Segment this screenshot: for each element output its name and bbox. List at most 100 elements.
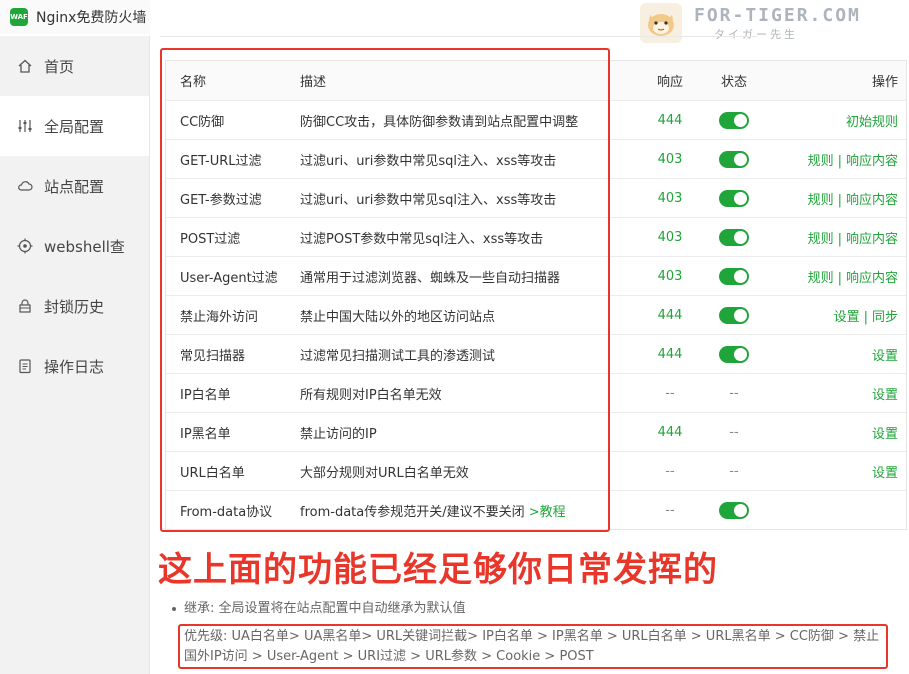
rule-desc: 过滤常见扫描测试工具的渗透测试 [286, 334, 634, 374]
app-title: Nginx免费防火墙 [36, 10, 147, 26]
rule-desc-text: 过滤常见扫描测试工具的渗透测试 [300, 348, 496, 364]
rule-response-cell: 444 [634, 100, 706, 140]
sidebar-item-operation-log[interactable]: 操作日志 [0, 336, 149, 396]
rule-status-cell [706, 178, 762, 218]
table-row: IP黑名单 禁止访问的IP 444 -- 设置 [166, 412, 906, 452]
tutorial-link[interactable]: >教程 [529, 505, 566, 520]
rule-name: CC防御 [166, 100, 286, 140]
header-name: 名称 [166, 61, 286, 101]
rule-status-cell: -- [706, 412, 762, 452]
rule-desc: 过滤uri、uri参数中常见sql注入、xss等攻击 [286, 139, 634, 179]
rule-ops: 规则 | 响应内容 [762, 139, 906, 179]
header-ops: 操作 [762, 61, 906, 101]
sidebar-item-global-config[interactable]: 全局配置 [0, 96, 149, 156]
rule-ops: 设置 [762, 412, 906, 452]
rule-response-cell: -- [634, 451, 706, 491]
rule-desc: 大部分规则对URL白名单无效 [286, 451, 634, 491]
header-desc: 描述 [286, 61, 634, 101]
rule-desc-text: 通常用于过滤浏览器、蜘蛛及一些自动扫描器 [300, 270, 561, 286]
status-toggle[interactable] [719, 111, 749, 129]
notes-list: 继承: 全局设置将在站点配置中自动继承为默认值 [152, 598, 909, 619]
rule-desc: 通常用于过滤浏览器、蜘蛛及一些自动扫描器 [286, 256, 634, 296]
rule-response: 403 [657, 229, 683, 245]
rule-desc-text: 过滤uri、uri参数中常见sql注入、xss等攻击 [300, 192, 557, 208]
rule-desc-text: 过滤POST参数中常见sql注入、xss等攻击 [300, 231, 544, 247]
rule-response: 444 [657, 307, 683, 323]
sidebar-item-label: webshell查 [44, 237, 125, 256]
app-title-bar: WAF Nginx免费防火墙 [0, 0, 150, 34]
rule-response: 444 [657, 424, 683, 440]
sidebar-item-site-config[interactable]: 站点配置 [0, 156, 149, 216]
rule-desc: 所有规则对IP白名单无效 [286, 373, 634, 413]
rule-status: -- [729, 385, 739, 401]
rule-ops: 设置 [762, 373, 906, 413]
rule-status-cell [706, 334, 762, 374]
sidebar-item-webshell[interactable]: webshell查 [0, 216, 149, 276]
rule-status-cell: -- [706, 451, 762, 491]
rule-status-cell [706, 139, 762, 179]
rule-response-cell: 444 [634, 295, 706, 335]
rule-name: 禁止海外访问 [166, 295, 286, 335]
rule-desc-text: 禁止中国大陆以外的地区访问站点 [300, 309, 496, 325]
status-toggle[interactable] [719, 228, 749, 246]
sidebar-item-label: 封锁历史 [44, 297, 105, 316]
rule-name: 常见扫描器 [166, 334, 286, 374]
rule-desc: 过滤POST参数中常见sql注入、xss等攻击 [286, 217, 634, 257]
sidebar-item-home[interactable]: 首页 [0, 36, 149, 96]
note-inherit: 继承: 全局设置将在站点配置中自动继承为默认值 [152, 598, 909, 619]
op-link[interactable]: 规则 [808, 271, 834, 286]
rule-response-cell: 403 [634, 178, 706, 218]
table-row: 常见扫描器 过滤常见扫描测试工具的渗透测试 444 设置 [166, 334, 906, 374]
rule-desc-text: from-data传参规范开关/建议不要关闭 [300, 504, 529, 520]
op-link[interactable]: 规则 [808, 193, 834, 208]
waf-logo-icon: WAF [10, 8, 28, 26]
rule-desc: 过滤uri、uri参数中常见sql注入、xss等攻击 [286, 178, 634, 218]
note-priority: 优先级: UA白名单> UA黑名单> URL关键词拦截> IP白名单 > IP黑… [178, 624, 888, 669]
op-link[interactable]: 规则 [808, 232, 834, 247]
rule-response: 403 [657, 151, 683, 167]
rule-ops: 设置 | 同步 [762, 295, 906, 335]
rule-status-cell [706, 295, 762, 335]
op-link[interactable]: 响应内容 [846, 154, 898, 169]
op-link[interactable]: 响应内容 [846, 271, 898, 286]
op-link[interactable]: 初始规则 [846, 115, 898, 130]
rule-response-cell: 403 [634, 256, 706, 296]
annotation-banner: 这上面的功能已经足够你日常发挥的 [158, 550, 718, 590]
op-link[interactable]: 设置 [834, 310, 860, 325]
status-toggle[interactable] [719, 189, 749, 207]
header-resp: 响应 [634, 61, 706, 101]
log-icon [16, 357, 34, 375]
status-toggle[interactable] [719, 345, 749, 363]
sidebar-item-block-history[interactable]: 封锁历史 [0, 276, 149, 336]
rule-status-cell [706, 491, 762, 530]
rule-response-cell: -- [634, 491, 706, 530]
sidebar-item-label: 全局配置 [44, 117, 105, 136]
target-icon [16, 237, 34, 255]
op-link[interactable]: 设置 [872, 388, 898, 403]
sidebar-item-label: 操作日志 [44, 357, 105, 376]
rule-response-cell: 403 [634, 217, 706, 257]
status-toggle[interactable] [719, 306, 749, 324]
table-row: GET-URL过滤 过滤uri、uri参数中常见sql注入、xss等攻击 403 规则… [166, 139, 906, 179]
status-toggle[interactable] [719, 267, 749, 285]
rule-status-cell [706, 217, 762, 257]
op-link[interactable]: 设置 [872, 349, 898, 364]
global-config-table: 名称 描述 响应 状态 操作 CC防御 防御CC攻击，具体防御参数请到站点配置中调… [165, 60, 907, 530]
sidebar-item-label: 首页 [44, 57, 75, 76]
status-toggle[interactable] [719, 150, 749, 168]
rule-name: From-data协议 [180, 504, 273, 520]
rule-response: -- [665, 502, 675, 518]
op-link[interactable]: 同步 [872, 310, 898, 325]
rule-status: -- [729, 463, 739, 479]
op-link[interactable]: 响应内容 [846, 232, 898, 247]
ops-separator: | [837, 153, 842, 169]
rule-name: IP黑名单 [166, 412, 286, 452]
status-toggle[interactable] [719, 501, 749, 519]
op-link[interactable]: 响应内容 [846, 193, 898, 208]
rule-response-cell: 403 [634, 139, 706, 179]
op-link[interactable]: 规则 [808, 154, 834, 169]
op-link[interactable]: 设置 [872, 427, 898, 442]
rule-status-cell [706, 256, 762, 296]
op-link[interactable]: 设置 [872, 466, 898, 481]
rule-ops: 初始规则 [762, 100, 906, 140]
